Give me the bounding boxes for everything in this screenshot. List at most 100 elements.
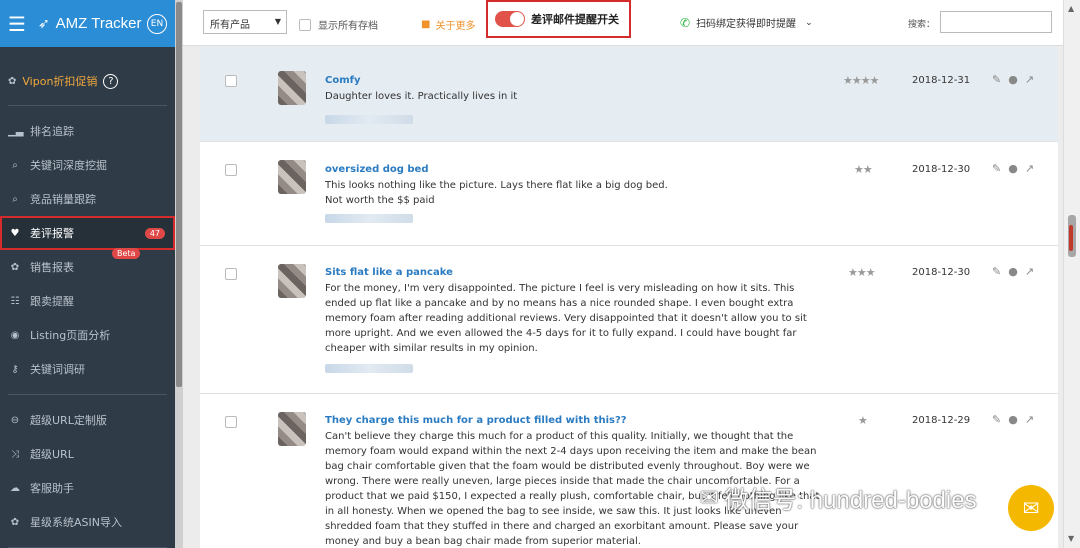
eye-icon: ◉: [10, 329, 20, 341]
review-title[interactable]: Comfy: [325, 75, 361, 86]
about-more-link[interactable]: ■ 关于更多: [421, 17, 475, 32]
language-switch[interactable]: EN: [147, 13, 167, 34]
show-archived-toggle[interactable]: 显示所有存档: [299, 17, 378, 32]
external-link-icon[interactable]: ↗: [1025, 162, 1034, 175]
watermark-text: 微信号: hundred-bodies: [724, 487, 977, 514]
row-checkbox[interactable]: [225, 416, 237, 428]
sidebar-divider: [8, 105, 167, 106]
user-icon[interactable]: ●: [1008, 265, 1018, 278]
edit-icon[interactable]: ✎: [992, 162, 1001, 175]
chat-icon: ☁: [10, 482, 20, 494]
list-item[interactable]: They charge this much for a product fill…: [200, 394, 1058, 548]
toolbar: 所有产品 ▼ 显示所有存档 ■ 关于更多 差评邮件提醒开关 ✆ 扫码绑定获得即时…: [183, 0, 1063, 46]
toggle-label: 差评邮件提醒开关: [531, 13, 619, 26]
user-icon[interactable]: ●: [1008, 73, 1018, 86]
scroll-up-icon[interactable]: ▲: [1068, 4, 1074, 13]
star-rating: ★★: [854, 163, 873, 176]
product-thumbnail: [278, 264, 306, 298]
list-item[interactable]: Comfy Daughter loves it. Practically liv…: [200, 47, 1058, 142]
sidebar: ☰ ➶ AMZ Tracker EN ✿ Vipon折扣促销 ? ▁▃ 排名追踪…: [0, 0, 175, 548]
row-checkbox[interactable]: [225, 268, 237, 280]
sidebar-divider: [8, 394, 167, 395]
help-icon[interactable]: ?: [103, 73, 119, 89]
toggle-knob: [510, 12, 524, 26]
sidebar-item-super-url[interactable]: ⤨ 超级URL: [0, 437, 175, 471]
review-title[interactable]: oversized dog bed: [325, 164, 429, 175]
search-input[interactable]: [940, 11, 1052, 33]
row-actions: ✎ ● ↗: [992, 73, 1034, 86]
sidebar-item-label: 客服助手: [30, 482, 74, 495]
product-select[interactable]: 所有产品 ▼: [203, 10, 287, 34]
review-title[interactable]: Sits flat like a pancake: [325, 267, 453, 278]
sidebar-item-label: 超级URL定制版: [30, 414, 107, 427]
review-title[interactable]: They charge this much for a product fill…: [325, 415, 627, 426]
sidebar-item-super-url-custom[interactable]: ⊖ 超级URL定制版: [0, 403, 175, 437]
sidebar-item-rank-tracking[interactable]: ▁▃ 排名追踪: [0, 114, 175, 148]
sidebar-scrollbar[interactable]: [175, 0, 183, 548]
wechat-icon: ✆: [680, 15, 691, 30]
review-date: 2018-12-30: [912, 164, 971, 175]
external-link-icon[interactable]: ↗: [1025, 73, 1034, 86]
chat-icon: ✉: [1022, 496, 1040, 520]
external-link-icon[interactable]: ↗: [1025, 265, 1034, 278]
video-icon: ■: [421, 19, 431, 30]
review-date: 2018-12-29: [912, 415, 971, 426]
user-icon[interactable]: ●: [1008, 162, 1018, 175]
review-date: 2018-12-30: [912, 267, 971, 278]
show-archived-checkbox[interactable]: [299, 18, 311, 31]
sidebar-item-negative-review-alert[interactable]: ♥ 差评报警 47: [0, 216, 175, 250]
sidebar-item-label: 竞品销量跟踪: [30, 193, 96, 206]
sidebar-item-listing-analysis[interactable]: ◉ Listing页面分析: [0, 318, 175, 352]
search-label: 搜索：: [908, 20, 936, 30]
edit-icon[interactable]: ✎: [992, 413, 1001, 426]
list-item[interactable]: oversized dog bed This looks nothing lik…: [200, 142, 1058, 246]
sidebar-item-label: 关键词深度挖掘: [30, 159, 107, 172]
star-rating: ★★★: [848, 266, 876, 279]
app-title: AMZ Tracker: [55, 15, 142, 32]
user-icon[interactable]: ●: [1008, 413, 1018, 426]
shuffle-icon: ⤨: [11, 448, 19, 460]
review-email-alert-toggle[interactable]: 差评邮件提醒开关: [486, 0, 631, 38]
scroll-down-icon[interactable]: ▼: [1068, 534, 1074, 543]
floating-chat-button[interactable]: ✉: [1008, 485, 1054, 531]
hamburger-menu-icon[interactable]: ☰: [8, 14, 26, 34]
page-scrollbar[interactable]: ▲ ▼: [1063, 0, 1080, 548]
edit-icon[interactable]: ✎: [992, 265, 1001, 278]
list-item[interactable]: Sits flat like a pancake For the money, …: [200, 246, 1058, 394]
sidebar-item-label: 差评报警: [30, 227, 74, 240]
brand-header: ☰ ➶ AMZ Tracker EN: [0, 0, 175, 47]
sidebar-item-competitor-sales[interactable]: ⌕ 竞品销量跟踪: [0, 182, 175, 216]
row-checkbox[interactable]: [225, 75, 237, 87]
edit-icon[interactable]: ✎: [992, 73, 1001, 86]
wechat-label: 扫码绑定获得即时提醒: [696, 19, 797, 30]
row-checkbox[interactable]: [225, 164, 237, 176]
sidebar-item-star-asin-import[interactable]: ✿ 星级系统ASIN导入: [0, 505, 175, 539]
product-thumbnail: [278, 71, 306, 105]
sidebar-item-keyword-research[interactable]: ⚷ 关键词调研: [0, 352, 175, 386]
sidebar-item-label: 关键词调研: [30, 363, 85, 376]
review-body: This looks nothing like the picture. Lay…: [325, 180, 668, 206]
sidebar-item-label: 销售报表: [30, 261, 74, 274]
review-body: For the money, I'm very disappointed. Th…: [325, 283, 807, 354]
beta-badge: Beta: [112, 248, 141, 259]
sidebar-scrollbar-thumb[interactable]: [176, 2, 182, 387]
chevron-down-icon: ⌄: [805, 17, 813, 28]
toggle-switch[interactable]: [495, 11, 525, 27]
star-rating: ★★★★: [843, 74, 879, 87]
sidebar-item-customer-service[interactable]: ☁ 客服助手: [0, 471, 175, 505]
sidebar-item-sales-report[interactable]: ✿ 销售报表 Beta: [0, 248, 175, 284]
wechat-bind-dropdown[interactable]: ✆ 扫码绑定获得即时提醒 ⌄: [680, 15, 813, 31]
product-thumbnail: [278, 160, 306, 194]
search-icon: ⌕: [12, 193, 18, 205]
vipon-promo-link[interactable]: ✿ Vipon折扣促销 ?: [0, 47, 175, 97]
sidebar-item-keyword-mining[interactable]: ⌕ 关键词深度挖掘: [0, 148, 175, 182]
key-icon: ⚷: [11, 363, 19, 375]
external-link-icon[interactable]: ↗: [1025, 413, 1034, 426]
product-select-value: 所有产品: [210, 20, 250, 31]
sidebar-item-label: Listing页面分析: [30, 329, 111, 342]
gift-icon: ✿: [8, 75, 17, 87]
product-thumbnail: [278, 412, 306, 446]
sidebar-item-hijack-alert[interactable]: ☷ 跟卖提醒: [0, 284, 175, 318]
thermometer-icon: [1069, 225, 1073, 251]
row-actions: ✎ ● ↗: [992, 265, 1034, 278]
